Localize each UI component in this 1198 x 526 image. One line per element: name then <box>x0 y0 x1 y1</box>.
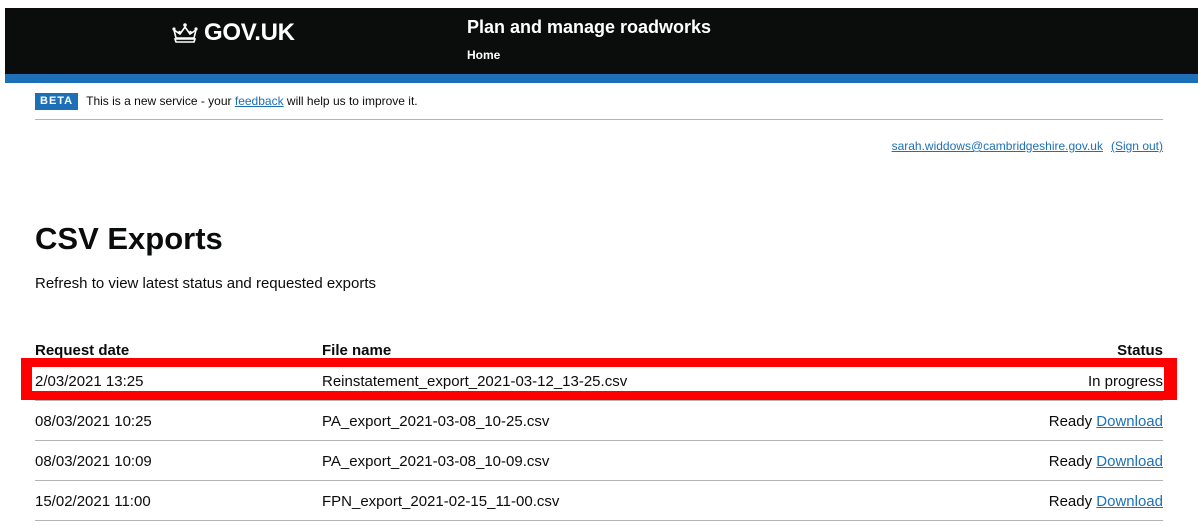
beta-text-after: will help us to improve it. <box>286 94 418 108</box>
row-file-name: PA_export_2021-03-08_10-09.csv <box>322 453 550 470</box>
nav-home-link[interactable]: Home <box>467 48 500 62</box>
row-status: Ready Download <box>1049 413 1163 430</box>
page-title: CSV Exports <box>35 221 223 256</box>
user-account-line: sarah.widdows@cambridgeshire.gov.uk (Sig… <box>892 139 1163 153</box>
status-text: Ready <box>1048 413 1093 430</box>
row-date: 08/03/2021 10:09 <box>35 453 152 470</box>
table-header-row: Request date File name Status <box>35 340 1163 361</box>
header-blue-bar <box>5 74 1198 83</box>
row-date: 08/03/2021 10:25 <box>35 413 152 430</box>
intro-text: Refresh to view latest status and reques… <box>35 275 377 292</box>
row-file-name: PA_export_2021-03-08_10-25.csv <box>322 413 550 430</box>
header-file-name: File name <box>322 342 392 359</box>
service-name[interactable]: Plan and manage roadworks <box>467 17 711 38</box>
table-row: 08/03/2021 10:09 PA_export_2021-03-08_10… <box>35 441 1163 481</box>
table-row: 2/03/2021 13:25 Reinstatement_export_202… <box>35 361 1163 401</box>
logo-text: GOV.UK <box>204 19 295 46</box>
status-text: In progress <box>1087 373 1163 390</box>
row-file-name: Reinstatement_export_2021-03-12_13-25.cs… <box>322 373 628 390</box>
user-email-link[interactable]: sarah.widdows@cambridgeshire.gov.uk <box>892 139 1103 153</box>
beta-tag: BETA <box>35 93 79 110</box>
status-text: Ready <box>1048 453 1093 470</box>
header-status: Status <box>1117 342 1163 359</box>
feedback-link[interactable]: feedback <box>235 94 284 108</box>
header-request-date: Request date <box>35 342 130 359</box>
top-strip <box>0 0 1198 8</box>
beta-text: This is a new service - your feedback wi… <box>86 93 418 110</box>
row-file-name: FPN_export_2021-02-15_11-00.csv <box>322 493 560 510</box>
crown-icon <box>172 22 198 44</box>
status-text: Ready <box>1048 493 1093 510</box>
download-link[interactable]: Download <box>1096 453 1163 470</box>
govuk-logo-link[interactable]: GOV.UK <box>172 19 295 47</box>
table-row: 08/03/2021 10:25 PA_export_2021-03-08_10… <box>35 401 1163 441</box>
row-status: Ready Download <box>1049 453 1163 470</box>
row-status: Ready Download <box>1049 493 1163 510</box>
exports-table: Request date File name Status 2/03/2021 … <box>35 340 1163 521</box>
table-row: 15/02/2021 11:00 FPN_export_2021-02-15_1… <box>35 481 1163 521</box>
row-date: 15/02/2021 11:00 <box>35 493 151 510</box>
row-status: In progress <box>1088 373 1163 390</box>
phase-banner: BETA This is a new service - your feedba… <box>35 93 1163 120</box>
download-link[interactable]: Download <box>1096 413 1163 430</box>
row-date: 2/03/2021 13:25 <box>35 373 144 390</box>
beta-text-before: This is a new service - your <box>86 94 232 108</box>
sign-out-link[interactable]: (Sign out) <box>1111 139 1163 153</box>
download-link[interactable]: Download <box>1096 493 1163 510</box>
